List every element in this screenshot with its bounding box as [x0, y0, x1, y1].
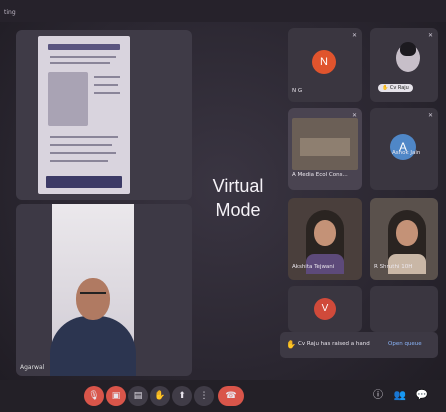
camera-button[interactable]: ▣ — [106, 386, 126, 406]
participant-tile-other[interactable] — [370, 286, 438, 332]
document-line — [50, 144, 112, 146]
people-icon[interactable]: 👥 — [392, 388, 408, 404]
notification-text: Cv Raju has raised a hand — [298, 341, 370, 347]
raised-hand-badge: ✋ Cv Raju — [378, 84, 413, 92]
document-figure — [48, 72, 88, 126]
raise-hand-button[interactable]: ✋ — [150, 386, 170, 406]
face — [314, 220, 336, 246]
document-line — [50, 160, 108, 162]
end-call-button[interactable]: ☎ — [218, 386, 244, 406]
presentation-tile[interactable] — [16, 30, 192, 200]
participant-tile-ashok[interactable]: ✕ A Ashok Jain — [370, 108, 438, 190]
mic-button[interactable]: 🎙 — [84, 386, 104, 406]
more-options-button[interactable]: ⋮ — [194, 386, 214, 406]
document-line — [94, 76, 120, 78]
caption-line-1: Virtual — [212, 176, 264, 196]
mic-off-icon: ✕ — [351, 32, 357, 39]
participant-name: Ashok Jain — [392, 150, 421, 156]
participant-tile-shruthi[interactable]: R Shruthi 10H — [370, 198, 438, 280]
document-line — [94, 92, 120, 94]
participant-name: A Media Ecol Cons... — [292, 172, 348, 178]
present-button[interactable]: ⬆ — [172, 386, 192, 406]
top-bar: ting — [0, 0, 446, 22]
participant-name: R Shruthi 10H — [374, 264, 413, 270]
avatar — [396, 42, 420, 72]
mic-off-icon: ✕ — [427, 32, 433, 39]
virtual-mode-caption: Virtual Mode — [200, 174, 276, 222]
participant-name: Cv Raju — [389, 85, 409, 91]
hand-icon: ✋ — [286, 340, 296, 349]
shared-document — [38, 36, 130, 194]
participant-name: Akshita Tejwani — [292, 264, 335, 270]
speaker-name-label: Agarwal — [20, 364, 45, 371]
mic-off-icon: ✕ — [427, 112, 433, 119]
speaker-tile[interactable]: Agarwal — [16, 204, 192, 376]
chat-icon[interactable]: 💬 — [414, 388, 430, 404]
app-title: ting — [4, 9, 16, 16]
participant-tile-raju[interactable]: ✕ ✋ Cv Raju — [370, 28, 438, 102]
participant-tile-akshita[interactable]: Akshita Tejwani — [288, 198, 362, 280]
participant-tile-ng[interactable]: ✕ N N G — [288, 28, 362, 102]
avatar: V — [314, 298, 336, 320]
document-line — [50, 152, 116, 154]
document-line — [50, 136, 118, 138]
avatar: A — [390, 134, 416, 160]
participant-tile-v[interactable]: V — [288, 286, 362, 332]
control-bar: 🎙 ▣ ▤ ✋ ⬆ ⋮ ☎ ⓘ 👥 💬 — [0, 380, 446, 412]
document-line — [50, 56, 116, 58]
document-header — [48, 44, 120, 50]
info-icon[interactable]: ⓘ — [370, 388, 386, 404]
document-line — [50, 62, 110, 64]
mic-off-icon: ✕ — [351, 112, 357, 119]
caption-line-2: Mode — [215, 200, 261, 220]
document-footer — [46, 176, 122, 188]
participant-tile-media[interactable]: ✕ A Media Ecol Cons... — [288, 108, 362, 190]
room-video — [292, 118, 358, 170]
captions-button[interactable]: ▤ — [128, 386, 148, 406]
document-line — [94, 84, 118, 86]
speaker-glasses — [80, 292, 106, 299]
speaker-body — [50, 316, 136, 376]
speaker-face — [76, 278, 110, 320]
face — [396, 220, 418, 246]
participant-name: N G — [292, 88, 303, 94]
avatar: N — [312, 50, 336, 74]
meeting-screen: ting Agarwal Virtual Mode ✕ N N G ✕ ✋ Cv… — [0, 0, 446, 412]
open-queue-link[interactable]: Open queue — [388, 341, 422, 347]
raised-hand-notification: ✋ Cv Raju has raised a hand Open queue — [280, 332, 438, 358]
